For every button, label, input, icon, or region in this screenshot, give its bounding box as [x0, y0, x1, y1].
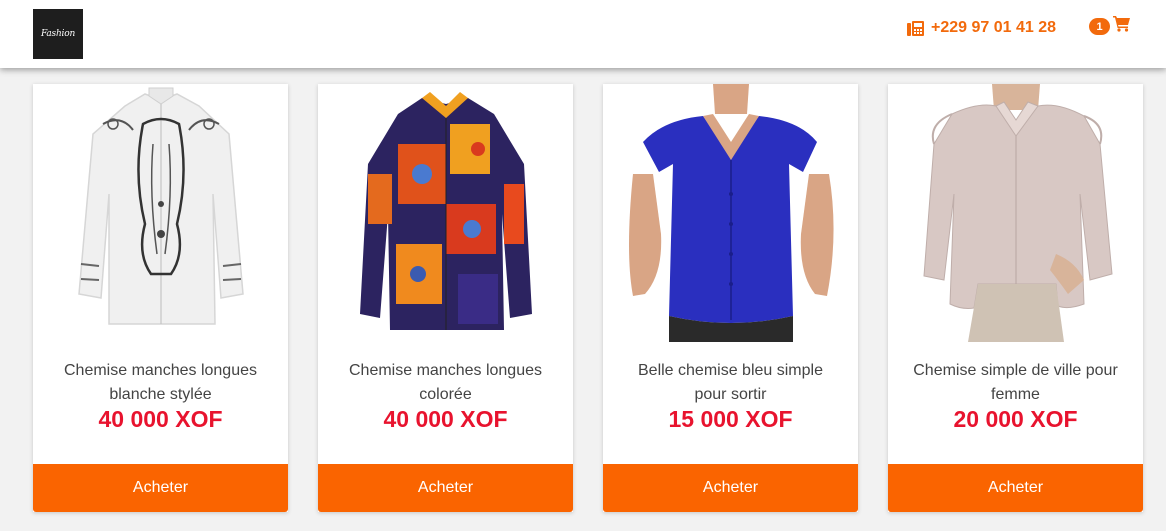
- blue-blouse-image: [603, 84, 858, 342]
- product-image[interactable]: [888, 84, 1143, 342]
- product-image[interactable]: [603, 84, 858, 342]
- product-title[interactable]: Chemise manches longues blanche stylée: [53, 359, 268, 407]
- product-image[interactable]: [33, 84, 288, 342]
- shopping-cart-icon: [1113, 16, 1130, 32]
- fax-icon: [907, 20, 924, 36]
- buy-button[interactable]: Acheter: [33, 464, 288, 512]
- product-title[interactable]: Belle chemise bleu simple pour sortir: [623, 359, 838, 407]
- logo-text: Fashion: [40, 29, 76, 39]
- product-title[interactable]: Chemise manches longues colorée: [338, 359, 553, 407]
- buy-button[interactable]: Acheter: [318, 464, 573, 512]
- phone-contact[interactable]: +229 97 01 41 28: [907, 18, 1056, 38]
- brand-logo[interactable]: Fashion: [33, 9, 83, 59]
- product-image[interactable]: [318, 84, 573, 342]
- product-title[interactable]: Chemise simple de ville pour femme: [908, 359, 1123, 407]
- cart-count-badge: 1: [1089, 18, 1110, 35]
- product-price: 15 000 XOF: [668, 406, 793, 432]
- colorful-print-shirt-image: [318, 84, 573, 342]
- product-price: 40 000 XOF: [98, 406, 223, 432]
- product-card: Chemise simple de ville pour femme 20 00…: [888, 84, 1143, 512]
- product-grid: Chemise manches longues blanche stylée 4…: [33, 84, 1143, 512]
- site-header: Fashion +229 97 01 41 28 1: [0, 0, 1166, 68]
- product-price: 20 000 XOF: [953, 406, 1078, 432]
- cart-button[interactable]: 1: [1088, 15, 1136, 39]
- white-embroidered-shirt-image: [33, 84, 288, 342]
- product-card: Chemise manches longues colorée 40 000 X…: [318, 84, 573, 512]
- product-card: Belle chemise bleu simple pour sortir 15…: [603, 84, 858, 512]
- buy-button[interactable]: Acheter: [888, 464, 1143, 512]
- product-card: Chemise manches longues blanche stylée 4…: [33, 84, 288, 512]
- buy-button[interactable]: Acheter: [603, 464, 858, 512]
- phone-number: +229 97 01 41 28: [931, 19, 1057, 36]
- product-price: 40 000 XOF: [383, 406, 508, 432]
- beige-womens-shirt-image: [888, 84, 1143, 342]
